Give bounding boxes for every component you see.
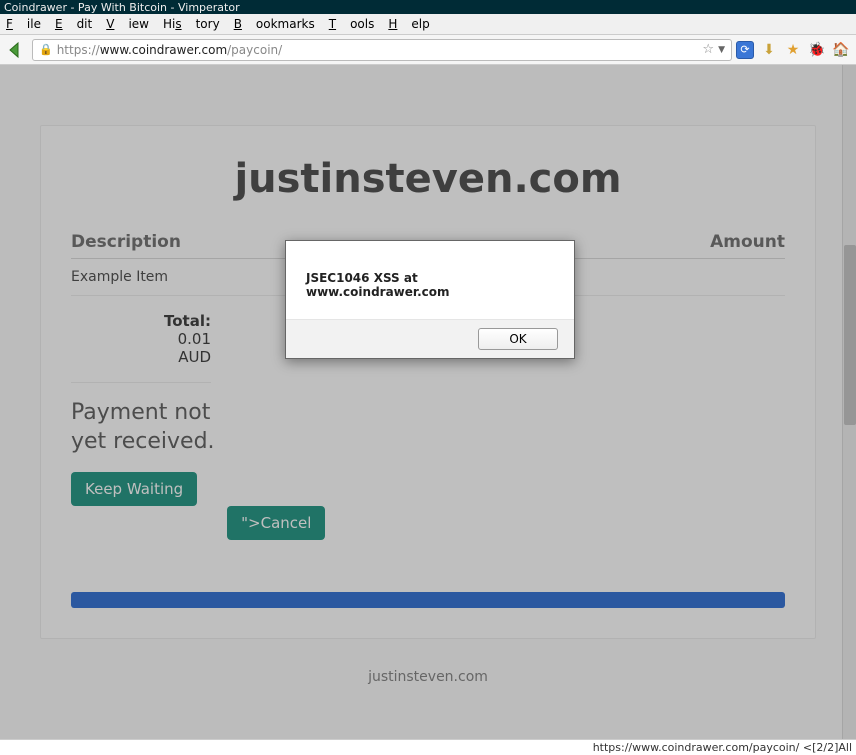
modal-overlay [0, 65, 856, 739]
window-title: Coindrawer - Pay With Bitcoin - Vimperat… [4, 1, 240, 14]
url-path: /paycoin/ [227, 43, 282, 57]
home-icon[interactable]: 🏠 [832, 41, 850, 59]
url-dropdown-icon[interactable]: ▼ [718, 45, 725, 55]
firebug-icon[interactable]: 🐞 [808, 41, 826, 59]
alert-ok-button[interactable]: OK [478, 328, 558, 350]
menu-view[interactable]: View [106, 17, 149, 31]
menu-edit[interactable]: Edit [55, 17, 92, 31]
url-bar[interactable]: 🔒 https://www.coindrawer.com/paycoin/ ☆ … [32, 39, 732, 61]
reload-icon[interactable]: ⟳ [736, 41, 754, 59]
download-icon[interactable]: ⬇ [760, 41, 778, 59]
toolbar: 🔒 https://www.coindrawer.com/paycoin/ ☆ … [0, 35, 856, 65]
status-text: https://www.coindrawer.com/paycoin/ <[2/… [593, 741, 852, 754]
lock-icon: 🔒 [39, 43, 53, 56]
menu-history[interactable]: History [163, 17, 220, 31]
url-host: www.coindrawer.com [100, 43, 227, 57]
bookmark-star-icon[interactable]: ☆ [702, 42, 714, 57]
menu-file[interactable]: File [6, 17, 41, 31]
menu-bookmarks[interactable]: Bookmarks [234, 17, 315, 31]
star-addon-icon[interactable]: ★ [784, 41, 802, 59]
menu-tools[interactable]: Tools [329, 17, 375, 31]
menu-bar: File Edit View History Bookmarks Tools H… [0, 14, 856, 35]
alert-dialog: JSEC1046 XSS at www.coindrawer.com OK [285, 240, 575, 359]
viewport: justinsteven.com Description Amount Exam… [0, 65, 856, 739]
window-titlebar: Coindrawer - Pay With Bitcoin - Vimperat… [0, 0, 856, 14]
status-bar: https://www.coindrawer.com/paycoin/ <[2/… [0, 739, 856, 755]
menu-help[interactable]: Help [388, 17, 429, 31]
alert-message: JSEC1046 XSS at www.coindrawer.com [286, 241, 574, 319]
alert-footer: OK [286, 319, 574, 358]
url-protocol: https:// [57, 43, 100, 57]
back-icon[interactable] [6, 40, 26, 60]
